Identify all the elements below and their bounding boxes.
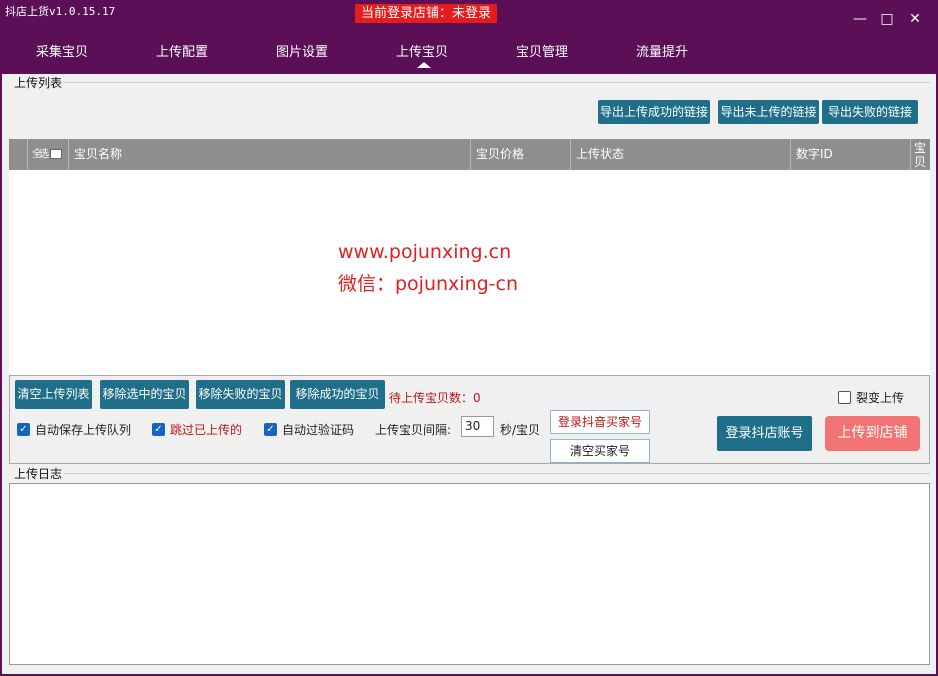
- check-icon[interactable]: ✓: [152, 423, 165, 436]
- login-shop-account-button[interactable]: 登录抖店账号: [717, 416, 812, 451]
- minimize-icon[interactable]: —: [851, 10, 869, 28]
- upload-to-store-button[interactable]: 上传到店铺: [825, 416, 920, 451]
- pending-count-label: 待上传宝贝数：: [389, 391, 474, 405]
- login-douyin-buyer-button[interactable]: 登录抖音买家号: [550, 410, 650, 434]
- upload-interval-input[interactable]: 30: [461, 416, 494, 437]
- pending-count-text: 待上传宝贝数：0: [389, 389, 481, 406]
- upload-interval-label: 上传宝贝间隔:: [375, 423, 452, 437]
- column-header-name[interactable]: 宝贝名称: [68, 139, 470, 170]
- main-nav: 采集宝贝 上传配置 图片设置 上传宝贝 宝贝管理 流量提升: [0, 32, 938, 74]
- close-icon[interactable]: ✕: [906, 10, 924, 28]
- nav-item-traffic-boost[interactable]: 流量提升: [636, 41, 688, 60]
- pending-count-value: 0: [473, 391, 481, 405]
- check-icon[interactable]: ✓: [17, 423, 30, 436]
- auto-captcha-checkbox[interactable]: ✓ 自动过验证码: [264, 423, 354, 437]
- nav-item-upload-config[interactable]: 上传配置: [156, 41, 208, 60]
- watermark-website: www.pojunxing.cn: [338, 241, 512, 263]
- group-divider: [64, 82, 930, 83]
- nav-item-product-management[interactable]: 宝贝管理: [516, 41, 568, 60]
- app-title: 抖店上货v1.0.15.17: [5, 5, 116, 18]
- nav-item-collect[interactable]: 采集宝贝: [36, 41, 88, 60]
- upload-controls-panel: 清空上传列表 移除选中的宝贝 移除失败的宝贝 移除成功的宝贝 待上传宝贝数：0 …: [9, 375, 930, 464]
- export-not-uploaded-links-button[interactable]: 导出未上传的链接: [718, 100, 819, 124]
- clear-buyer-button[interactable]: 清空买家号: [550, 439, 650, 463]
- upload-log-label: 上传日志: [12, 465, 65, 482]
- auto-captcha-label: 自动过验证码: [282, 423, 355, 437]
- remove-failed-button[interactable]: 移除失败的宝贝: [196, 380, 285, 409]
- upload-table[interactable]: 全选 宝贝名称 宝贝价格 上传状态 数字ID 宝贝 www.pojunxing.…: [9, 139, 930, 377]
- login-status-badge: 当前登录店铺：未登录: [355, 4, 498, 23]
- export-success-links-button[interactable]: 导出上传成功的链接: [598, 100, 710, 124]
- title-bar: 抖店上货v1.0.15.17 当前登录店铺：未登录 — □ ✕: [0, 0, 938, 32]
- skip-uploaded-checkbox[interactable]: ✓ 跳过已上传的: [152, 423, 242, 437]
- export-failed-links-button[interactable]: 导出失败的链接: [822, 100, 918, 124]
- select-all-header[interactable]: 全选: [27, 139, 68, 170]
- skip-uploaded-label: 跳过已上传的: [170, 423, 243, 437]
- nav-item-image-settings[interactable]: 图片设置: [276, 41, 328, 60]
- remove-success-button[interactable]: 移除成功的宝贝: [290, 380, 385, 409]
- clear-upload-list-button[interactable]: 清空上传列表: [15, 380, 92, 409]
- table-header: 全选 宝贝名称 宝贝价格 上传状态 数字ID 宝贝: [9, 139, 930, 170]
- maximize-icon[interactable]: □: [878, 10, 896, 28]
- active-tab-indicator: [417, 62, 431, 68]
- content-area: 上传列表 导出上传成功的链接 导出未上传的链接 导出失败的链接 全选 宝贝名称 …: [2, 74, 936, 674]
- column-header-price[interactable]: 宝贝价格: [470, 139, 570, 170]
- column-header-status[interactable]: 上传状态: [570, 139, 790, 170]
- column-header-id[interactable]: 数字ID: [790, 139, 910, 170]
- check-icon[interactable]: ✓: [264, 423, 277, 436]
- auto-save-queue-label: 自动保存上传队列: [35, 423, 132, 437]
- upload-list-label: 上传列表: [12, 74, 65, 91]
- fission-upload-label: 裂变上传: [856, 391, 905, 405]
- upload-interval-unit: 秒/宝贝: [500, 423, 541, 437]
- nav-item-upload-products[interactable]: 上传宝贝: [396, 41, 448, 60]
- watermark-wechat: 微信：pojunxing-cn: [338, 273, 519, 295]
- upload-log-textarea[interactable]: [9, 483, 930, 665]
- fission-upload-checkbox[interactable]: 裂变上传: [838, 391, 904, 405]
- remove-selected-button[interactable]: 移除选中的宝贝: [100, 380, 189, 409]
- select-all-label: 全选: [32, 149, 49, 160]
- select-all-checkbox[interactable]: [50, 149, 62, 159]
- column-header-product[interactable]: 宝贝: [910, 139, 930, 170]
- auto-save-queue-checkbox[interactable]: ✓ 自动保存上传队列: [17, 423, 131, 437]
- checkbox-box[interactable]: [838, 391, 851, 404]
- group-divider: [64, 473, 930, 474]
